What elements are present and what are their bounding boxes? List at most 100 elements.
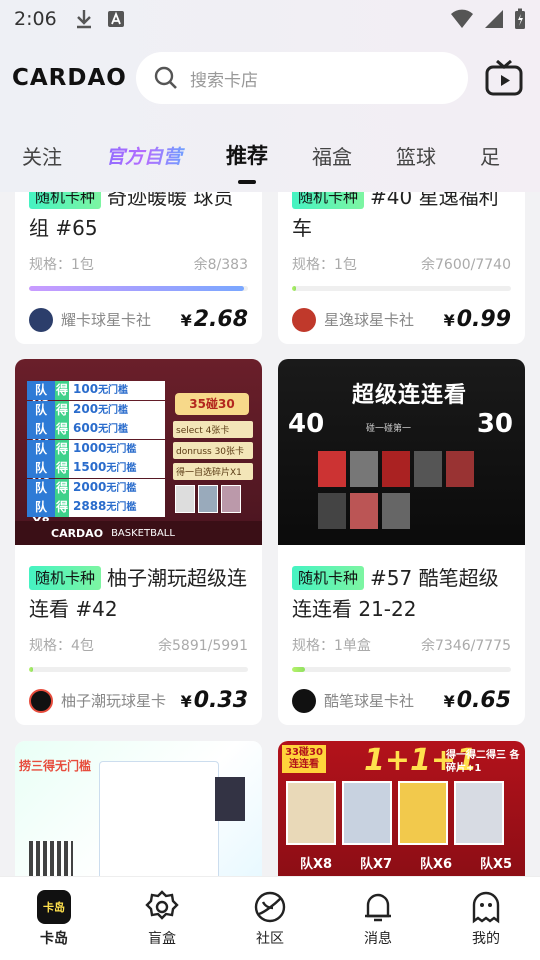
random-type-tag: 随机卡种	[29, 566, 102, 590]
search-placeholder: 搜索卡店	[190, 70, 258, 91]
status-system-icons	[450, 8, 526, 30]
tab-lucky-box[interactable]: 福盒	[290, 141, 374, 170]
spec-text: 规格：1单盒	[292, 638, 371, 654]
product-banner-image: 超级连连看 40 30 碰一碰第一	[278, 359, 525, 545]
remain-text: 余7600/7740	[421, 257, 511, 273]
product-title: 随机卡种 奇迹暖暖 球员组 #65	[29, 192, 248, 244]
category-tabs: 关注 官方自营 推荐 福盒 篮球 足	[0, 118, 540, 192]
cardao-home-icon: 卡岛	[37, 889, 71, 924]
shop-name[interactable]: 星逸球星卡社	[324, 309, 444, 330]
shop-row: 酷笔球星卡社 ¥0.65	[292, 688, 511, 713]
remain-text: 余5891/5991	[158, 638, 248, 654]
nav-label: 盲盒	[148, 930, 176, 947]
cardao-logo: CARDAO	[12, 65, 127, 91]
card-thumbnails	[175, 485, 241, 513]
spec-text: 规格：4包	[29, 638, 94, 654]
nav-messages[interactable]: 消息	[324, 877, 432, 960]
progress-fill	[29, 667, 34, 672]
nav-cardao[interactable]: 卡岛 卡岛	[0, 877, 108, 960]
tv-icon	[485, 60, 523, 96]
progress-bar	[29, 667, 248, 672]
nav-profile[interactable]: 我的	[432, 877, 540, 960]
promo-badge: 35碰30	[175, 393, 249, 415]
card-thumbnails	[318, 451, 474, 487]
nav-label: 卡岛	[40, 930, 68, 947]
nav-community[interactable]: 社区	[216, 877, 324, 960]
info-panel	[99, 761, 219, 876]
price: ¥0.65	[443, 688, 511, 713]
nav-blind-box[interactable]: 盲盒	[108, 877, 216, 960]
tab-basketball[interactable]: 篮球	[374, 141, 458, 170]
product-card[interactable]: 超级连连看 40 30 碰一碰第一 随机卡种 #57 酷笔超级连连看 21-22 …	[278, 359, 525, 725]
price: ¥2.68	[180, 307, 248, 332]
search-icon	[154, 66, 177, 89]
shop-avatar	[29, 307, 53, 332]
product-meta: 规格：1包 余7600/7740	[292, 254, 511, 274]
banner-footer: CARDAO BASKETBALL	[15, 521, 262, 545]
battery-icon	[515, 8, 525, 29]
progress-bar	[292, 286, 511, 291]
card-thumbnails	[318, 493, 410, 529]
spec-text: 规格：1包	[292, 257, 357, 273]
tab-follow[interactable]: 关注	[0, 141, 84, 170]
progress-bar	[292, 667, 511, 672]
remain-text: 余7346/7775	[421, 638, 511, 654]
product-card[interactable]: 捞三得无门槛	[15, 741, 262, 876]
status-notification-icons	[75, 9, 125, 29]
nav-label: 社区	[256, 930, 284, 947]
qr-code	[29, 841, 73, 876]
banner-right-number: 30	[476, 409, 513, 439]
shop-name[interactable]: 柚子潮玩球星卡	[61, 690, 181, 711]
tab-football[interactable]: 足	[458, 141, 522, 170]
search-bar[interactable]: 搜索卡店	[136, 52, 468, 104]
status-bar: 2:06	[0, 0, 540, 38]
tab-recommend[interactable]: 推荐	[204, 140, 290, 170]
banner-left-number: 40	[288, 409, 325, 439]
product-card[interactable]: 随机卡种 奇迹暖暖 球员组 #65 规格：1包 余8/383 耀卡球星卡社 ¥2.6…	[15, 192, 262, 344]
nav-label: 消息	[364, 930, 392, 947]
product-card[interactable]: 队X2得100无门槛 队X3得200无门槛 队X4得600无门槛 队X5得100…	[15, 359, 262, 725]
product-feed: 随机卡种 奇迹暖暖 球员组 #65 规格：1包 余8/383 耀卡球星卡社 ¥2.6…	[0, 192, 540, 876]
status-time: 2:06	[14, 8, 57, 30]
download-icon	[76, 10, 91, 29]
nav-label: 我的	[472, 930, 500, 947]
bell-icon	[365, 893, 391, 921]
tab-official[interactable]: 官方自营	[84, 142, 204, 169]
random-type-tag: 随机卡种	[292, 566, 365, 590]
shop-row: 星逸球星卡社 ¥0.99	[292, 307, 511, 332]
shop-avatar	[29, 688, 53, 713]
box-gear-icon	[145, 889, 179, 920]
product-card[interactable]: 33碰30 连连看 1+1+1 得一得二得三 各碎片+1 队X8 队X7 队X6…	[278, 741, 525, 876]
app-header: CARDAO 搜索卡店	[0, 38, 540, 118]
planet-icon	[254, 891, 286, 922]
product-meta: 规格：1包 余8/383	[29, 254, 248, 274]
shop-name[interactable]: 耀卡球星卡社	[61, 309, 181, 330]
signal-icon	[485, 10, 503, 28]
banner-title: 捞三得无门槛	[19, 759, 92, 773]
shop-name[interactable]: 酷笔球星卡社	[324, 690, 444, 711]
shop-avatar	[292, 688, 316, 713]
banner-subline: 得一得二得三 各碎片+1	[446, 750, 520, 774]
progress-bar	[29, 286, 248, 291]
banner-title: 超级连连看	[352, 383, 468, 408]
product-banner-image: 队X2得100无门槛 队X3得200无门槛 队X4得600无门槛 队X5得100…	[15, 359, 262, 545]
product-meta: 规格：1单盒 余7346/7775	[292, 635, 511, 655]
progress-fill	[292, 667, 306, 672]
wifi-icon	[451, 9, 473, 28]
shop-row: 柚子潮玩球星卡 ¥0.33	[29, 688, 248, 713]
shop-row: 耀卡球星卡社 ¥2.68	[29, 307, 248, 332]
live-tv-button[interactable]	[484, 58, 524, 98]
product-title: 随机卡种 柚子潮玩超级连连看 #42	[29, 566, 248, 621]
product-card[interactable]: 随机卡种 #40 星逸福利车 规格：1包 余7600/7740 星逸球星卡社 ¥0.…	[278, 192, 525, 344]
bottom-navigation: 卡岛 卡岛 盲盒 社区 消息 我的	[0, 876, 540, 960]
random-type-tag: 随机卡种	[292, 192, 365, 209]
spec-text: 规格：1包	[29, 257, 94, 273]
progress-fill	[29, 286, 244, 291]
product-banner-image: 33碰30 连连看 1+1+1 得一得二得三 各碎片+1 队X8 队X7 队X6…	[278, 741, 525, 876]
bonus-checklist: select 4张卡 donruss 30张卡 得一自选碎片X1	[173, 421, 253, 480]
product-title: 随机卡种 #57 酷笔超级连连看 21-22	[292, 566, 499, 621]
app-a-icon	[107, 11, 124, 27]
team-labels: 队X8 队X7 队X6 队X5	[299, 857, 513, 872]
price: ¥0.99	[443, 307, 511, 332]
card-thumbnails	[286, 781, 504, 845]
